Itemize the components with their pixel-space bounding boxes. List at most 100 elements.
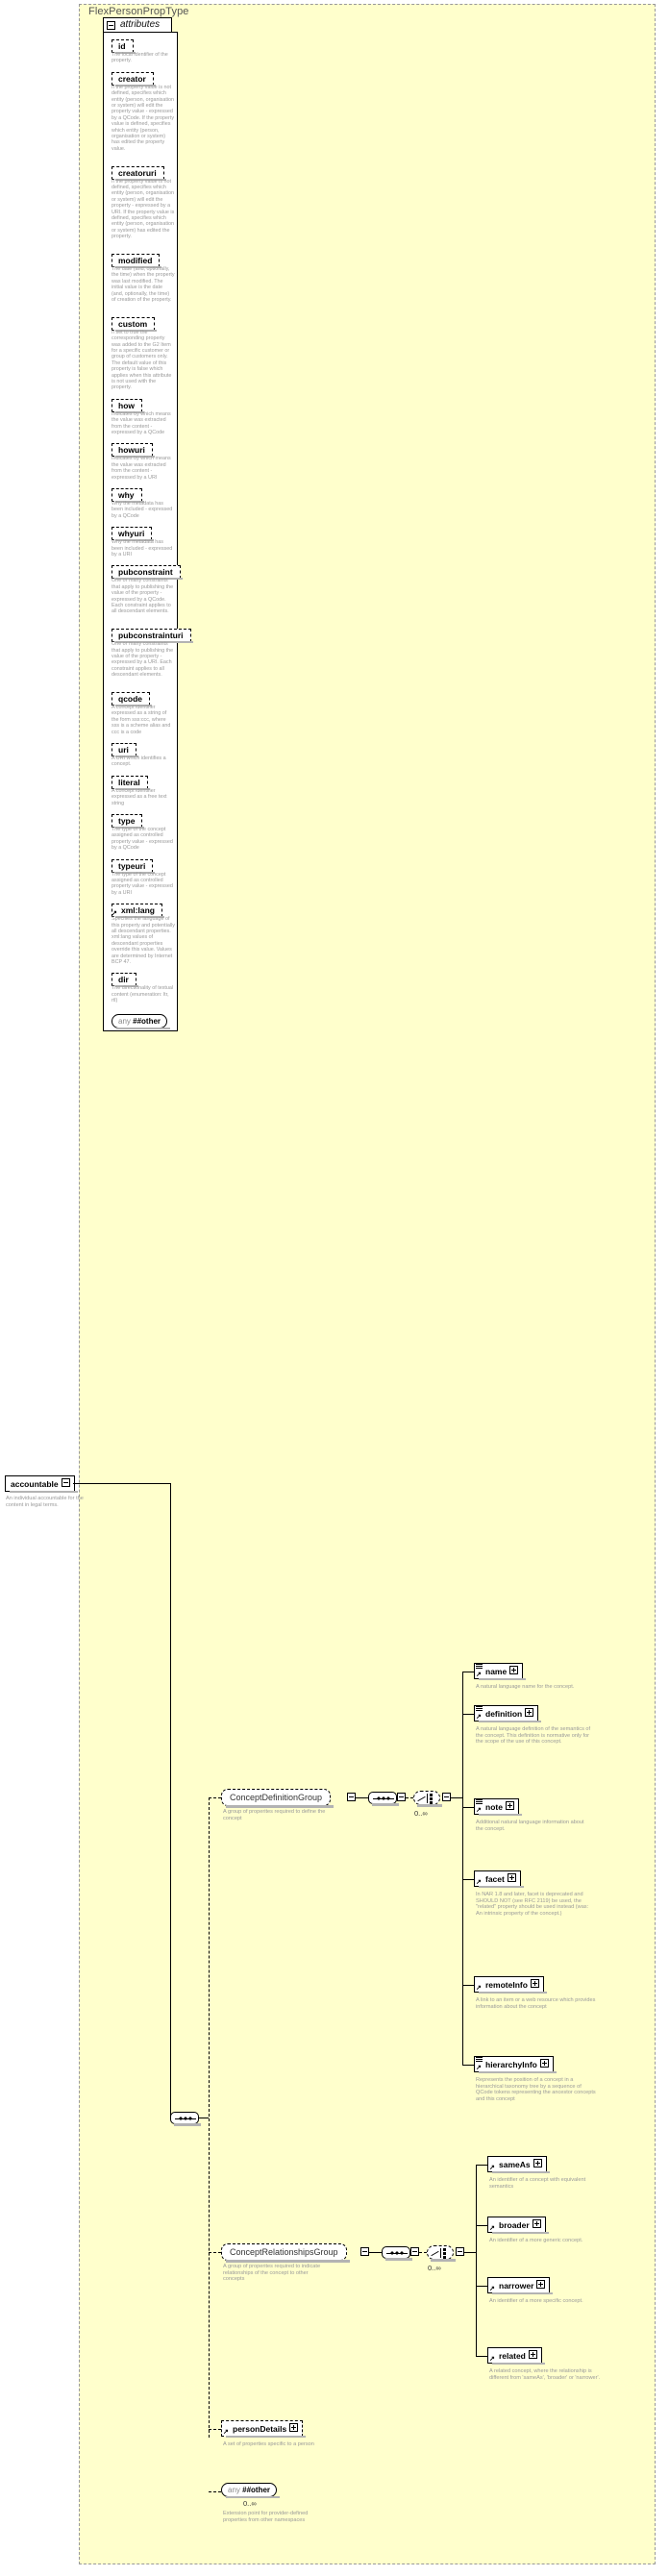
element-broader[interactable]: ↗ broader [487,2217,549,2234]
attribute-label: typeuri [118,860,146,871]
attribute-desc: A concept identifier expressed as a free… [112,787,167,806]
attributes-tab[interactable]: attributes [103,17,172,32]
attribute-chip[interactable]: typeuri [112,858,156,874]
element-name[interactable]: ↗ name [474,1663,527,1680]
connector [476,2165,487,2166]
sequence-lines-icon [476,1664,483,1669]
attribute-chip[interactable]: qcode [112,692,153,706]
attribute-desc: If set to true the corresponding propert… [112,329,172,391]
attributes-body: id The local identifier of the property. c… [103,32,193,1031]
branch-stub-concept-relationships [209,2252,221,2253]
expand-plus-icon[interactable] [528,2350,537,2360]
attribute-chip[interactable]: creator [112,71,156,87]
attribute-chip[interactable]: howuri [112,443,155,458]
connector [476,2286,487,2287]
sequence-lines-icon [476,2057,483,2062]
attribute-chip[interactable]: dir [112,973,138,988]
attribute-desc: Why the metadata has been included - exp… [112,539,173,557]
connector [476,2225,487,2226]
ref-arrow-icon: ↗ [476,1984,482,1992]
expand-plus-icon[interactable] [505,1801,514,1811]
attribute-chip[interactable]: uri [112,743,138,757]
ref-arrow-icon: ↗ [476,1878,482,1886]
choice-collapse-toggle[interactable] [442,1793,451,1801]
sequence-compositor-root[interactable] [170,2112,201,2126]
expand-plus-icon[interactable] [533,2159,542,2168]
attribute-chip[interactable]: custom [112,316,158,332]
content-any-other[interactable]: any ##other [221,2483,281,2498]
attribute-desc: If the property value is not defined, sp… [112,84,175,152]
attribute-label: pubconstraint [118,567,173,578]
attribute-chip[interactable]: pubconstraint [112,565,183,581]
expand-plus-icon[interactable] [507,1873,516,1883]
element-narrower[interactable]: ↗ narrower [487,2277,554,2294]
branch-stub-concept-definition [209,1797,221,1798]
choice-dot-icon [443,2248,446,2251]
attribute-label: howuri [118,445,145,456]
ref-arrow-icon: ↗ [476,1671,482,1678]
element-sameas-label: sameAs [499,2159,531,2169]
choice-dot-icon [430,1801,433,1804]
attribute-chip[interactable]: creatoruri [112,165,166,181]
element-note[interactable]: ↗ note [474,1798,522,1816]
attribute-chip[interactable]: ↗ xml:lang [112,904,164,919]
attribute-chip[interactable]: type [112,814,146,829]
expand-plus-icon[interactable] [539,2059,549,2068]
collapse-minus-icon[interactable] [61,1478,70,1488]
expand-plus-icon[interactable] [536,2280,546,2290]
expand-plus-icon[interactable] [532,2219,541,2229]
any-keyword-label: any [118,1016,131,1026]
attribute-label: why [118,490,135,500]
expand-plus-icon[interactable] [289,2423,299,2433]
expand-plus-icon[interactable] [509,1666,519,1675]
element-accountable[interactable]: accountable [5,1475,78,1493]
group-ref-concept-relationships[interactable]: ConceptRelationshipsGroup [221,2243,350,2263]
element-hierarchyinfo[interactable]: ↗ hierarchyInfo [474,2056,557,2073]
attribute-chip[interactable]: pubconstrainturi [112,629,193,644]
choice-compositor-concept-definition[interactable] [413,1791,442,1807]
element-persondetails[interactable]: ↗ personDetails [221,2420,307,2438]
occurs-concept-relationships: 0..∞ [428,2264,441,2272]
element-sameas[interactable]: ↗ sameAs [487,2156,550,2173]
sequence-dots-icon [179,2117,192,2120]
connector [464,2252,476,2253]
connector [462,1807,474,1808]
attribute-desc: The local identifier of the property. [112,52,168,64]
choice-collapse-toggle[interactable] [456,2247,464,2256]
element-facet-label: facet [485,1873,505,1884]
group-collapse-toggle[interactable] [360,2247,369,2256]
attribute-chip[interactable]: literal [112,775,150,790]
attributes-any-other[interactable]: any ##other [112,1011,171,1029]
group-collapse-toggle[interactable] [347,1793,356,1801]
ref-arrow-icon: ↗ [476,1806,482,1814]
sequence-compositor-concept-relationships[interactable] [382,2246,412,2261]
element-definition[interactable]: ↗ definition [474,1705,542,1722]
attribute-chip[interactable]: whyuri [112,527,155,542]
expand-plus-icon[interactable] [525,1708,534,1718]
sequence-dots-icon [390,2251,404,2255]
element-broader-desc: An identifier of a more generic concept. [489,2238,583,2243]
choice-compositor-concept-relationships[interactable] [427,2245,456,2262]
element-definition-label: definition [485,1708,523,1719]
attribute-label: literal [118,777,140,787]
any-chip[interactable]: any ##other [112,1013,171,1029]
attribute-chip[interactable]: why [112,488,144,503]
sequence-collapse-toggle[interactable] [397,1793,406,1801]
group-ref-concept-definition[interactable]: ConceptDefinitionGroup [221,1789,334,1808]
attribute-chip[interactable]: id [112,39,136,54]
element-related-label: related [499,2350,526,2361]
expand-plus-icon[interactable] [530,1979,539,1989]
group-ref-concept-definition-desc: A group of properites required to define… [223,1809,326,1821]
sequence-collapse-toggle[interactable] [410,2247,419,2256]
attribute-desc: One or many constraints that apply to pu… [112,578,174,615]
attribute-chip[interactable]: how [112,398,144,413]
collapse-minus-icon[interactable] [107,21,115,30]
element-related[interactable]: ↗ related [487,2347,545,2365]
sequence-compositor-concept-definition[interactable] [368,1792,399,1806]
attribute-chip[interactable]: modified [112,254,162,268]
connector [462,1879,474,1880]
element-accountable-label: accountable [11,1478,59,1489]
element-remoteinfo[interactable]: ↗ remoteInfo [474,1976,547,1994]
element-related-desc: A related concept, where the relationshi… [489,2368,601,2381]
element-facet[interactable]: ↗ facet [474,1870,524,1888]
